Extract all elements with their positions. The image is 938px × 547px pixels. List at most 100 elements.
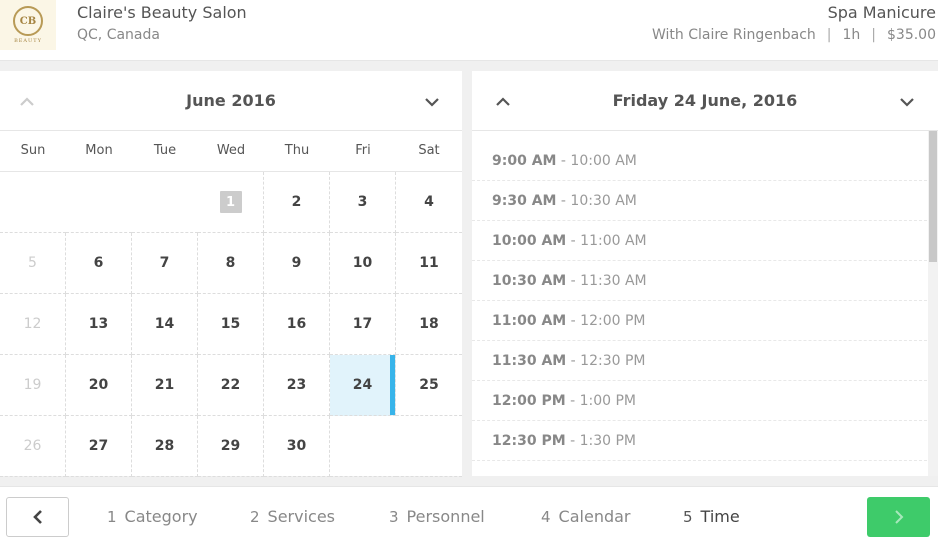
calendar-grid: 1 2 3 4 5 6 7 8 9 10 11 12 13 14 15 16 17 18 19 20 21 22 23 24 2… bbox=[0, 172, 462, 477]
time-slot[interactable]: 11:30 AM - 12:30 PM bbox=[472, 341, 927, 381]
time-slot[interactable]: 9:30 AM - 10:30 AM bbox=[472, 181, 927, 221]
day-number: 11 bbox=[419, 255, 439, 271]
weekday-label: Mon bbox=[85, 143, 113, 158]
selected-date-title: Friday 24 June, 2016 bbox=[612, 91, 798, 110]
calendar-day-15[interactable]: 15 bbox=[198, 294, 264, 355]
calendar-day-16[interactable]: 16 bbox=[264, 294, 330, 355]
service-name: Spa Manicure bbox=[827, 3, 936, 22]
service-price: $35.00 bbox=[887, 27, 936, 43]
day-number: 26 bbox=[23, 438, 42, 454]
next-month-button[interactable] bbox=[423, 93, 441, 111]
time-slot-list: 9:00 AM - 10:00 AM 9:30 AM - 10:30 AM 10:0… bbox=[472, 141, 927, 461]
calendar-day-26: 26 bbox=[0, 416, 66, 477]
time-slot[interactable]: 9:00 AM - 10:00 AM bbox=[472, 141, 927, 181]
calendar-day-2[interactable]: 2 bbox=[264, 172, 330, 233]
chevron-right-icon bbox=[894, 510, 903, 524]
slot-start-time: 11:30 AM bbox=[492, 353, 567, 369]
slot-separator: - bbox=[565, 393, 580, 409]
step-category[interactable]: 1 Category bbox=[107, 507, 198, 526]
slot-start-time: 9:00 AM bbox=[492, 153, 557, 169]
calendar-day-17[interactable]: 17 bbox=[330, 294, 396, 355]
calendar-day-24[interactable]: 24 bbox=[330, 355, 396, 416]
meta-separator: | bbox=[871, 27, 876, 43]
calendar-day-11[interactable]: 11 bbox=[396, 233, 462, 294]
day-number: 23 bbox=[286, 377, 307, 393]
slot-separator: - bbox=[565, 433, 580, 449]
day-number: 6 bbox=[93, 255, 104, 271]
slot-end-time: 1:00 PM bbox=[579, 393, 637, 409]
calendar-day-27[interactable]: 27 bbox=[66, 416, 132, 477]
calendar-day-4[interactable]: 4 bbox=[396, 172, 462, 233]
logo-emblem-icon: CB bbox=[13, 6, 43, 36]
weekday-label: Fri bbox=[355, 143, 371, 158]
step-label: Services bbox=[267, 507, 336, 526]
calendar-empty-cell bbox=[66, 172, 132, 233]
slot-start-time: 12:00 PM bbox=[492, 393, 566, 409]
calendar-day-28[interactable]: 28 bbox=[132, 416, 198, 477]
back-button[interactable] bbox=[6, 497, 69, 537]
day-number: 27 bbox=[88, 438, 109, 454]
slot-separator: - bbox=[566, 313, 581, 329]
next-day-button[interactable] bbox=[898, 93, 916, 111]
step-personnel[interactable]: 3 Personnel bbox=[389, 507, 485, 526]
calendar-day-20[interactable]: 20 bbox=[66, 355, 132, 416]
meta-separator: | bbox=[826, 27, 832, 43]
time-slot[interactable]: 12:00 PM - 1:00 PM bbox=[472, 381, 927, 421]
calendar-day-30[interactable]: 30 bbox=[264, 416, 330, 477]
calendar-day-9[interactable]: 9 bbox=[264, 233, 330, 294]
calendar-day-14[interactable]: 14 bbox=[132, 294, 198, 355]
step-services[interactable]: 2 Services bbox=[250, 507, 335, 526]
step-time[interactable]: 5 Time bbox=[683, 507, 740, 526]
day-number: 1 bbox=[219, 191, 242, 213]
time-slot[interactable]: 12:30 PM - 1:30 PM bbox=[472, 421, 927, 461]
calendar-empty-cell bbox=[330, 416, 396, 477]
calendar-day-22[interactable]: 22 bbox=[198, 355, 264, 416]
slot-separator: - bbox=[556, 153, 571, 169]
step-number: 4 bbox=[541, 508, 551, 526]
service-duration: 1h bbox=[842, 27, 861, 43]
slot-end-time: 11:30 AM bbox=[580, 273, 647, 289]
slot-end-time: 1:30 PM bbox=[579, 433, 637, 449]
time-slot[interactable]: 10:30 AM - 11:30 AM bbox=[472, 261, 927, 301]
step-calendar[interactable]: 4 Calendar bbox=[541, 507, 631, 526]
next-button[interactable] bbox=[867, 497, 930, 537]
day-number: 10 bbox=[352, 255, 373, 271]
weekday-label: Sun bbox=[20, 143, 46, 158]
calendar-day-23[interactable]: 23 bbox=[264, 355, 330, 416]
day-number: 21 bbox=[154, 377, 175, 393]
slot-end-time: 10:00 AM bbox=[570, 153, 637, 169]
calendar-day-13[interactable]: 13 bbox=[66, 294, 132, 355]
calendar-day-3[interactable]: 3 bbox=[330, 172, 396, 233]
slot-start-time: 10:30 AM bbox=[492, 273, 567, 289]
day-number: 8 bbox=[225, 255, 236, 271]
calendar-day-21[interactable]: 21 bbox=[132, 355, 198, 416]
slot-end-time: 12:00 PM bbox=[580, 313, 646, 329]
calendar-day-25[interactable]: 25 bbox=[396, 355, 462, 416]
day-number: 19 bbox=[23, 377, 42, 393]
calendar-day-6[interactable]: 6 bbox=[66, 233, 132, 294]
step-label: Category bbox=[124, 507, 198, 526]
service-meta: With Claire Ringenbach | 1h | $35.00 bbox=[652, 27, 936, 43]
calendar-day-1[interactable]: 1 bbox=[198, 172, 264, 233]
weekday-label: Thu bbox=[284, 143, 310, 158]
calendar-empty-cell bbox=[0, 172, 66, 233]
chevron-left-icon bbox=[32, 510, 42, 524]
time-slot[interactable]: 11:00 AM - 12:00 PM bbox=[472, 301, 927, 341]
month-title: June 2016 bbox=[186, 91, 276, 110]
calendar-day-18[interactable]: 18 bbox=[396, 294, 462, 355]
salon-location: QC, Canada bbox=[77, 27, 160, 43]
calendar-day-5: 5 bbox=[0, 233, 66, 294]
booking-header: CB BEAUTY Claire's Beauty Salon QC, Cana… bbox=[0, 0, 938, 61]
calendar-day-29[interactable]: 29 bbox=[198, 416, 264, 477]
time-slot[interactable]: 10:00 AM - 11:00 AM bbox=[472, 221, 927, 261]
staff-name: With Claire Ringenbach bbox=[651, 27, 816, 43]
calendar-day-7[interactable]: 7 bbox=[132, 233, 198, 294]
calendar-day-10[interactable]: 10 bbox=[330, 233, 396, 294]
step-label: Time bbox=[700, 507, 740, 526]
calendar-day-8[interactable]: 8 bbox=[198, 233, 264, 294]
day-number: 5 bbox=[28, 255, 37, 271]
time-list-scrollbar[interactable] bbox=[928, 131, 938, 476]
slot-end-time: 10:30 AM bbox=[570, 193, 637, 209]
scrollbar-thumb[interactable] bbox=[929, 131, 937, 262]
day-number: 25 bbox=[419, 377, 439, 393]
